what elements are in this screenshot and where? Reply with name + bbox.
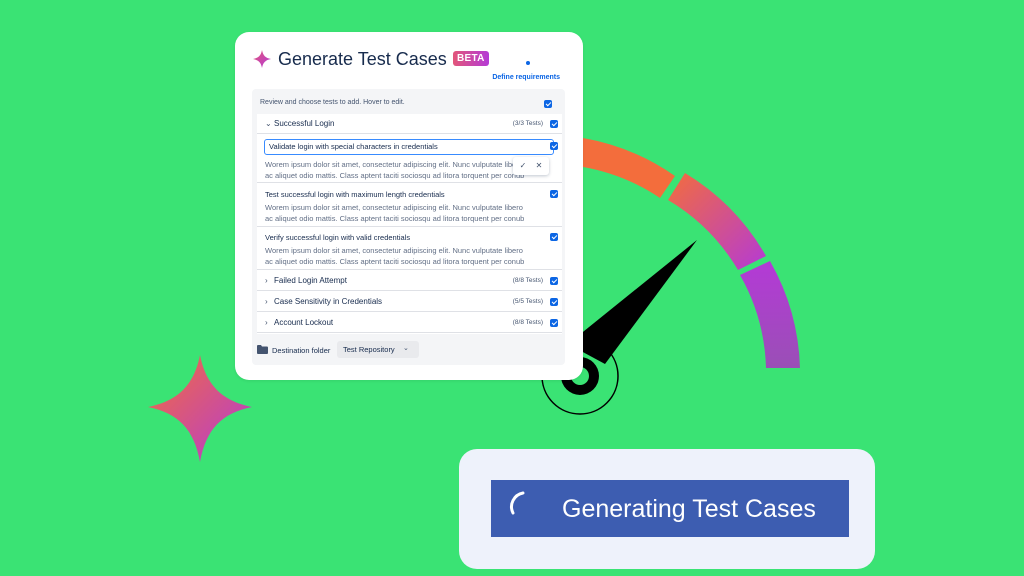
test-title: Test successful login with maximum lengt…: [265, 190, 445, 199]
group-checkbox[interactable]: [550, 277, 558, 285]
edit-actions: ✓ ✕: [513, 157, 549, 175]
group-checkbox[interactable]: [550, 120, 558, 128]
sparkle-icon: [253, 50, 271, 68]
gauge-segment-purple: [740, 261, 800, 368]
group-checkbox[interactable]: [550, 319, 558, 327]
test-checkbox[interactable]: [550, 142, 558, 150]
group-label: Case Sensitivity in Credentials: [274, 297, 383, 306]
notification-dot: [526, 61, 530, 65]
destination-folder-select[interactable]: Test Repository ⌄: [337, 341, 419, 358]
test-checkbox[interactable]: [550, 233, 558, 241]
folder-icon: [257, 345, 268, 354]
chevron-right-icon[interactable]: ›: [265, 297, 268, 307]
group-count: (8/8 Tests): [512, 277, 543, 284]
gauge-segment-orange: [583, 138, 675, 198]
test-selection-panel: Review and choose tests to add. Hover to…: [252, 89, 565, 365]
dialog-title: Generate Test Cases: [278, 49, 447, 69]
dialog-footer: Destination folder Test Repository ⌄: [257, 340, 557, 360]
group-row-account-lockout[interactable]: › Account Lockout (8/8 Tests): [257, 313, 562, 333]
chevron-down-icon[interactable]: ⌄: [265, 119, 272, 129]
generating-label: Generating Test Cases: [562, 495, 816, 523]
test-checkbox[interactable]: [550, 190, 558, 198]
generate-test-cases-dialog: Generate Test Cases BETA Define requirem…: [235, 32, 583, 380]
destination-folder-label: Destination folder: [272, 346, 331, 355]
generating-status-card: Generating Test Cases: [459, 449, 875, 569]
group-count: (5/5 Tests): [512, 298, 543, 305]
spinner-icon: [510, 491, 525, 515]
test-item[interactable]: Verify successful login with valid crede…: [257, 228, 562, 270]
test-description-line: Worem ipsum dolor sit amet, consectetur …: [265, 160, 523, 169]
define-requirements-link[interactable]: Define requirements: [492, 74, 560, 81]
close-icon[interactable]: ✕: [532, 160, 546, 172]
test-description-line: ac aliquet odio mattis. Class aptent tac…: [265, 171, 525, 180]
test-description-line: ac aliquet odio mattis. Class aptent tac…: [265, 257, 525, 266]
group-row-failed-login[interactable]: › Failed Login Attempt (8/8 Tests): [257, 271, 562, 291]
group-count: (3/3 Tests): [512, 120, 543, 127]
group-label: Failed Login Attempt: [274, 276, 347, 285]
group-label: Successful Login: [274, 119, 335, 128]
group-checkbox[interactable]: [550, 298, 558, 306]
test-list: ⌄ Successful Login (3/3 Tests) Validate …: [257, 114, 562, 334]
select-value: Test Repository: [343, 345, 395, 354]
generating-status-button: Generating Test Cases: [491, 480, 849, 537]
group-label: Account Lockout: [274, 318, 334, 327]
chevron-right-icon[interactable]: ›: [265, 318, 268, 328]
chevron-right-icon[interactable]: ›: [265, 276, 268, 286]
test-description-line: Worem ipsum dolor sit amet, consectetur …: [265, 246, 523, 255]
group-row-successful-login[interactable]: ⌄ Successful Login (3/3 Tests): [257, 114, 562, 134]
check-icon[interactable]: ✓: [516, 160, 530, 172]
select-all-checkbox[interactable]: [544, 100, 552, 108]
test-title-input[interactable]: Validate login with special characters i…: [264, 139, 554, 155]
beta-badge: BETA: [453, 51, 489, 66]
instructions-text: Review and choose tests to add. Hover to…: [260, 99, 405, 106]
test-item-editing[interactable]: Validate login with special characters i…: [257, 135, 562, 183]
test-item[interactable]: Test successful login with maximum lengt…: [257, 184, 562, 227]
test-title: Verify successful login with valid crede…: [265, 233, 411, 242]
test-description-line: ac aliquet odio mattis. Class aptent tac…: [265, 214, 525, 223]
group-count: (8/8 Tests): [512, 319, 543, 326]
chevron-down-icon: ⌄: [403, 345, 409, 352]
dialog-header: Generate Test Cases BETA Define requirem…: [252, 48, 567, 88]
group-row-case-sensitivity[interactable]: › Case Sensitivity in Credentials (5/5 T…: [257, 292, 562, 312]
test-description-line: Worem ipsum dolor sit amet, consectetur …: [265, 203, 523, 212]
gauge-needle: [568, 240, 697, 364]
